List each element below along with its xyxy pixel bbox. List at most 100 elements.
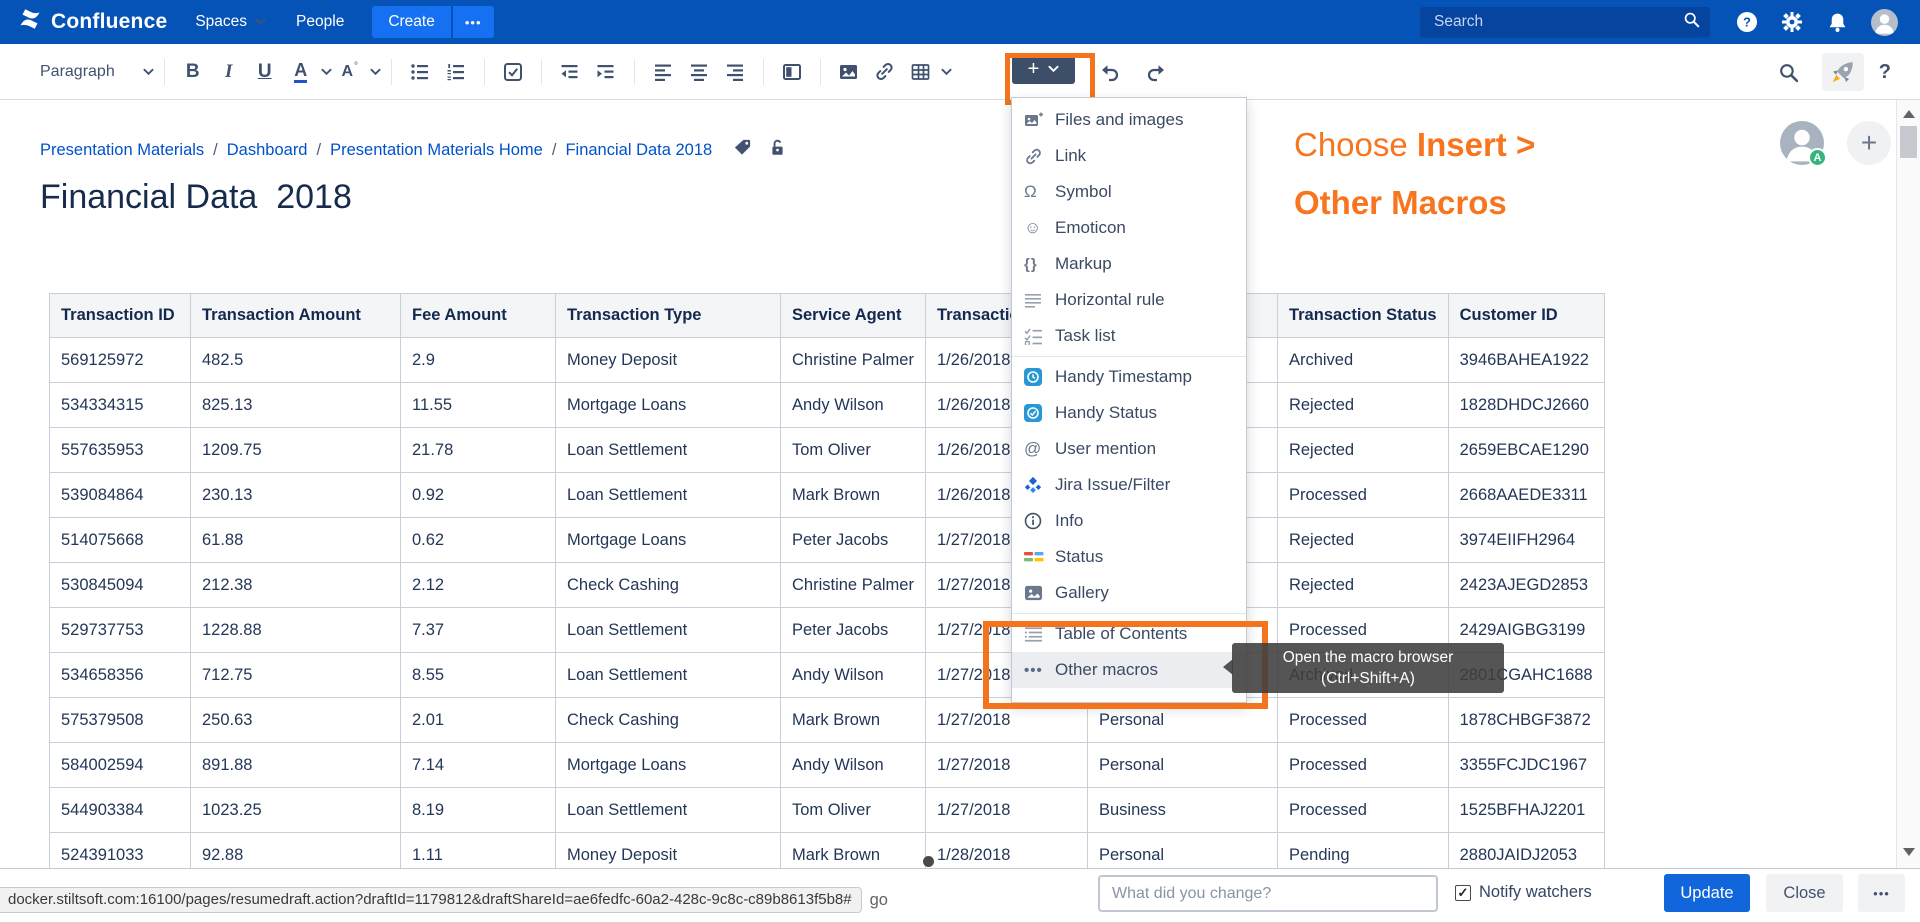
table-cell[interactable]: Tom Oliver [781, 428, 926, 473]
labels-tag-icon[interactable] [733, 138, 752, 162]
table-cell[interactable]: 2.12 [401, 563, 556, 608]
gear-icon[interactable] [1781, 11, 1803, 33]
table-cell[interactable]: Loan Settlement [556, 608, 781, 653]
chevron-down-icon[interactable] [941, 68, 952, 76]
table-cell[interactable]: 514075668 [50, 518, 191, 563]
table-cell[interactable]: Loan Settlement [556, 428, 781, 473]
menu-item-files-and-images[interactable]: Files and images [1012, 102, 1246, 138]
table-cell[interactable]: 544903384 [50, 788, 191, 833]
scroll-up-arrow[interactable] [1903, 110, 1915, 118]
insert-link-button[interactable] [867, 54, 903, 90]
breadcrumb-link[interactable]: Presentation Materials [40, 141, 204, 160]
table-cell[interactable]: Money Deposit [556, 338, 781, 383]
global-search[interactable] [1420, 7, 1710, 38]
column-header[interactable]: Transaction Type [556, 294, 781, 338]
invite-user-button[interactable]: + [1847, 121, 1891, 165]
bullet-list-button[interactable] [402, 54, 438, 90]
text-color-button[interactable]: A [283, 54, 319, 90]
table-cell[interactable]: 3355FCJDC1967 [1448, 743, 1604, 788]
table-cell[interactable]: Peter Jacobs [781, 608, 926, 653]
table-cell[interactable]: 891.88 [191, 743, 401, 788]
table-cell[interactable]: 7.37 [401, 608, 556, 653]
align-center-button[interactable] [681, 54, 717, 90]
table-cell[interactable]: 212.38 [191, 563, 401, 608]
breadcrumb-link[interactable]: Presentation Materials Home [330, 141, 543, 160]
more-formatting-button[interactable]: A° [332, 54, 368, 90]
align-left-button[interactable] [645, 54, 681, 90]
table-cell[interactable]: Tom Oliver [781, 788, 926, 833]
breadcrumb-link[interactable]: Financial Data 2018 [565, 141, 712, 160]
table-cell[interactable]: 1828DHDCJ2660 [1448, 383, 1604, 428]
table-cell[interactable]: Archived [1277, 338, 1448, 383]
menu-item-markup[interactable]: {}Markup [1012, 246, 1246, 282]
table-cell[interactable]: Processed [1277, 788, 1448, 833]
update-button[interactable]: Update [1664, 874, 1750, 912]
menu-item-info[interactable]: Info [1012, 503, 1246, 539]
table-cell[interactable]: 584002594 [50, 743, 191, 788]
menu-item-gallery[interactable]: Gallery [1012, 575, 1246, 611]
table-cell[interactable]: 1525BFHAJ2201 [1448, 788, 1604, 833]
bold-button[interactable]: B [175, 54, 211, 90]
table-cell[interactable]: 1209.75 [191, 428, 401, 473]
menu-item-user-mention[interactable]: @User mention [1012, 431, 1246, 467]
table-cell[interactable]: 569125972 [50, 338, 191, 383]
menu-item-status[interactable]: Status [1012, 539, 1246, 575]
table-cell[interactable]: Loan Settlement [556, 788, 781, 833]
table-cell[interactable]: Andy Wilson [781, 743, 926, 788]
table-cell[interactable]: 482.5 [191, 338, 401, 383]
column-header[interactable]: Transaction Amount [191, 294, 401, 338]
table-cell[interactable]: Andy Wilson [781, 383, 926, 428]
table-cell[interactable]: 21.78 [401, 428, 556, 473]
table-cell[interactable]: 1023.25 [191, 788, 401, 833]
menu-item-link[interactable]: Link [1012, 138, 1246, 174]
insert-table-button[interactable] [903, 54, 939, 90]
table-cell[interactable]: Mortgage Loans [556, 518, 781, 563]
change-comment-input[interactable] [1098, 875, 1438, 912]
table-cell[interactable]: Processed [1277, 473, 1448, 518]
table-cell[interactable]: 529737753 [50, 608, 191, 653]
search-icon[interactable] [1683, 11, 1700, 33]
editor-help-icon[interactable]: ? [1879, 61, 1891, 84]
rocket-addon-button[interactable] [1822, 53, 1864, 91]
table-cell[interactable]: 1/27/2018 [925, 743, 1087, 788]
financial-data-table[interactable]: Transaction IDTransaction AmountFee Amou… [49, 293, 1605, 878]
paragraph-style-select[interactable]: Paragraph [40, 63, 154, 81]
table-cell[interactable]: Mortgage Loans [556, 743, 781, 788]
table-cell[interactable]: 0.62 [401, 518, 556, 563]
table-cell[interactable]: 0.92 [401, 473, 556, 518]
table-cell[interactable]: 3946BAHEA1922 [1448, 338, 1604, 383]
table-cell[interactable]: Business [1087, 788, 1277, 833]
table-cell[interactable]: Loan Settlement [556, 653, 781, 698]
column-header[interactable]: Transaction Status [1277, 294, 1448, 338]
chevron-down-icon[interactable] [370, 68, 381, 76]
vertical-scrollbar[interactable] [1896, 100, 1920, 868]
table-cell[interactable]: Christine Palmer [781, 563, 926, 608]
footer-more-button[interactable]: ••• [1858, 874, 1905, 912]
table-cell[interactable]: 7.14 [401, 743, 556, 788]
table-cell[interactable]: Christine Palmer [781, 338, 926, 383]
scroll-down-arrow[interactable] [1903, 848, 1915, 856]
table-cell[interactable]: 825.13 [191, 383, 401, 428]
menu-item-jira-issue-filter[interactable]: Jira Issue/Filter [1012, 467, 1246, 503]
find-replace-icon[interactable] [1771, 54, 1807, 90]
nav-people[interactable]: People [296, 13, 344, 31]
nav-spaces[interactable]: Spaces [195, 13, 266, 31]
page-title[interactable]: Financial Data 2018 [40, 178, 352, 217]
search-input[interactable] [1432, 12, 1683, 32]
redo-button[interactable] [1138, 54, 1174, 90]
table-cell[interactable]: 530845094 [50, 563, 191, 608]
table-cell[interactable]: Personal [1087, 743, 1277, 788]
table-cell[interactable]: Processed [1277, 698, 1448, 743]
column-header[interactable]: Fee Amount [401, 294, 556, 338]
table-cell[interactable]: 2668AAEDE3311 [1448, 473, 1604, 518]
table-cell[interactable]: Peter Jacobs [781, 518, 926, 563]
notify-watchers-control[interactable]: ✓ Notify watchers [1455, 883, 1592, 902]
table-cell[interactable]: Rejected [1277, 518, 1448, 563]
table-cell[interactable]: 8.19 [401, 788, 556, 833]
menu-item-symbol[interactable]: ΩSymbol [1012, 174, 1246, 210]
table-cell[interactable]: Check Cashing [556, 563, 781, 608]
table-cell[interactable]: 712.75 [191, 653, 401, 698]
table-cell[interactable]: 2423AJEGD2853 [1448, 563, 1604, 608]
numbered-list-button[interactable] [438, 54, 474, 90]
table-cell[interactable]: 534334315 [50, 383, 191, 428]
